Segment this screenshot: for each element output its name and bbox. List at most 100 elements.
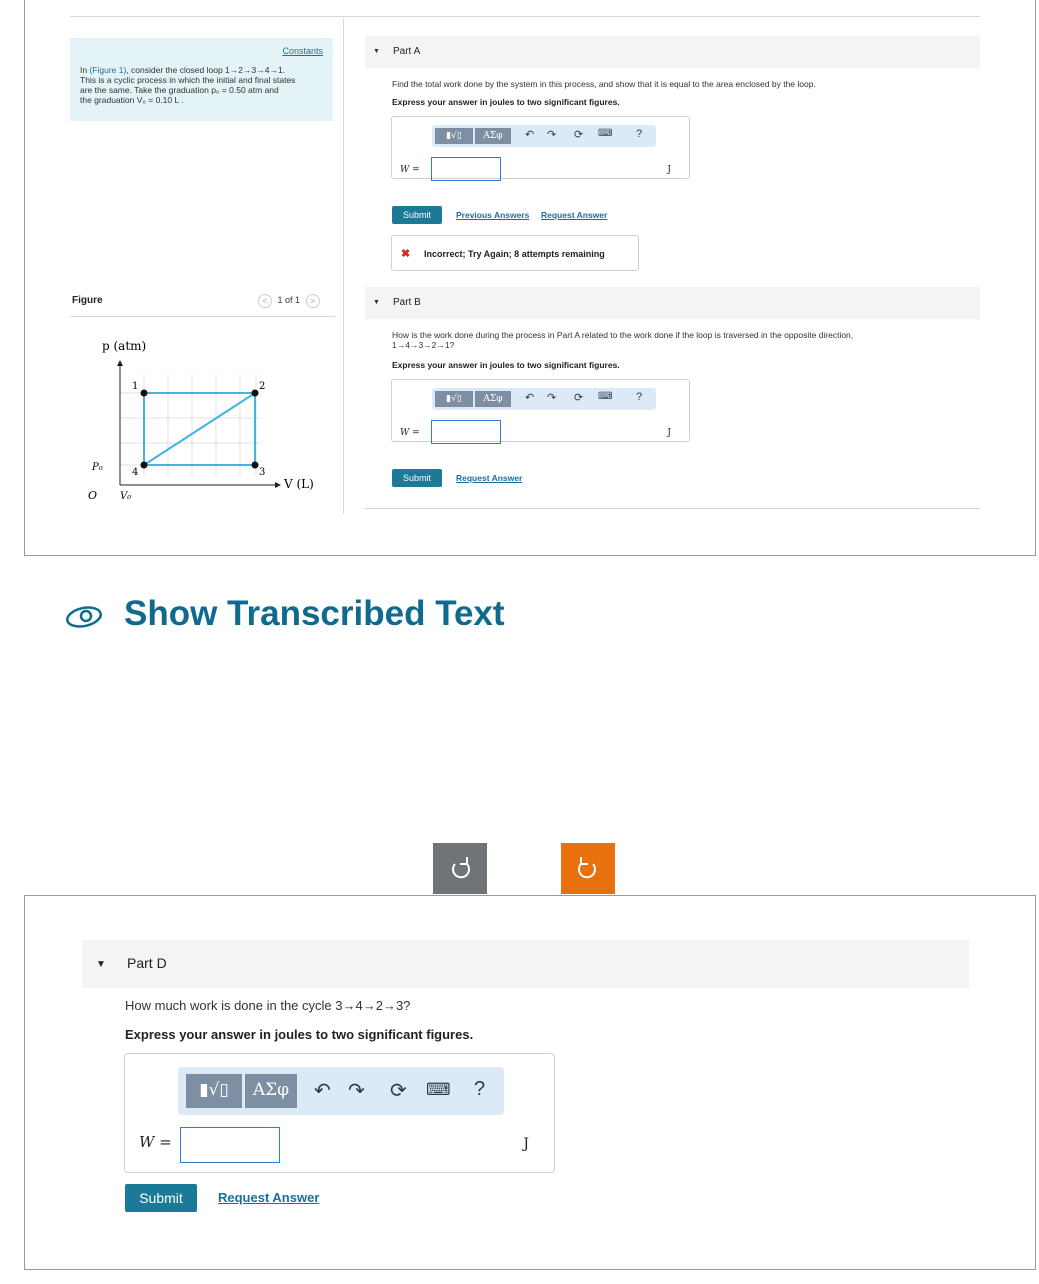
constants-link[interactable]: Constants: [282, 46, 323, 56]
feedback-box: ✖ Incorrect; Try Again; 8 attempts remai…: [391, 235, 639, 271]
part-b-title: Part B: [393, 297, 421, 308]
cycle-loop: [143, 392, 256, 466]
part-d-title: Part D: [127, 955, 167, 971]
reset-icon[interactable]: ⟳: [390, 1078, 407, 1103]
work-variable-label: W =: [139, 1133, 172, 1151]
point-4-dot: [140, 461, 148, 469]
part-a-answer-input[interactable]: [431, 157, 501, 181]
templates-button[interactable]: ▮√▯: [435, 128, 473, 144]
undo-icon[interactable]: ↶: [525, 128, 534, 141]
point-2-dot: [251, 389, 259, 397]
rotate-left-button[interactable]: [433, 843, 487, 894]
greek-symbols-button[interactable]: ΑΣφ: [245, 1074, 297, 1108]
point-1-label: 1: [132, 381, 138, 392]
problem-statement: In (Figure 1), consider the closed loop …: [80, 65, 332, 105]
keyboard-icon[interactable]: ⌨: [426, 1080, 451, 1100]
p0-tick-label: P₀: [91, 462, 103, 473]
help-icon[interactable]: ?: [636, 128, 642, 140]
help-icon[interactable]: ?: [636, 391, 642, 403]
keyboard-icon[interactable]: ⌨: [598, 391, 612, 402]
plot-grid: [120, 374, 260, 475]
reset-icon[interactable]: ⟳: [574, 128, 583, 141]
pv-diagram: 1 2 3 4 p (atm) V (L) O P₀ V₀: [88, 339, 314, 502]
problem-info-box: Constants In (Figure 1), consider the cl…: [70, 38, 333, 121]
v0-tick-label: V₀: [120, 491, 131, 502]
column-divider: [343, 18, 344, 514]
eye-icon[interactable]: [64, 604, 104, 630]
part-b-question-line-1: How is the work done during the process …: [392, 330, 854, 340]
statement-line-2: This is a cyclic process in which the in…: [80, 75, 296, 85]
part-d-request-answer-link[interactable]: Request Answer: [218, 1190, 319, 1205]
collapse-triangle-icon: ▼: [373, 48, 380, 55]
templates-button[interactable]: ▮√▯: [186, 1074, 242, 1108]
part-a-header[interactable]: ▼ Part A: [365, 36, 980, 68]
top-divider: [70, 16, 980, 17]
part-a-question: Find the total work done by the system i…: [392, 79, 816, 89]
work-variable-label: W =: [400, 428, 420, 438]
statement-line-3: are the same. Take the graduation p₀ = 0…: [80, 85, 279, 95]
part-d-submit-button[interactable]: Submit: [125, 1184, 197, 1212]
greek-symbols-button[interactable]: ΑΣφ: [475, 391, 511, 407]
rotate-right-button[interactable]: [561, 843, 615, 894]
part-a-instruction: Express your answer in joules to two sig…: [392, 97, 620, 107]
part-b-submit-button[interactable]: Submit: [392, 469, 442, 487]
collapse-triangle-icon: ▼: [373, 299, 380, 306]
part-a-submit-button[interactable]: Submit: [392, 206, 442, 224]
redo-icon[interactable]: ↷: [547, 128, 556, 141]
part-b-question: How is the work done during the process …: [392, 330, 853, 350]
unit-label: J: [667, 428, 671, 438]
part-a-request-answer-link[interactable]: Request Answer: [541, 210, 607, 220]
work-variable-label: W =: [400, 165, 420, 175]
point-2-label: 2: [259, 381, 265, 392]
figure-page-count: 1 of 1: [277, 295, 301, 306]
reset-icon[interactable]: ⟳: [574, 391, 583, 404]
figure-link[interactable]: (Figure 1): [89, 65, 126, 75]
part-a-answer-box: ▮√▯ ΑΣφ ↶ ↷ ⟳ ⌨ ? W = J: [391, 116, 690, 181]
redo-icon[interactable]: ↷: [547, 391, 556, 404]
x-axis-label: V (L): [283, 477, 314, 491]
part-d-answer-input[interactable]: [180, 1127, 280, 1163]
math-toolbar: ▮√▯ ΑΣφ ↶ ↷ ⟳ ⌨ ?: [432, 388, 656, 410]
point-1-dot: [140, 389, 148, 397]
part-b-answer-input[interactable]: [431, 420, 501, 444]
unit-label: J: [523, 1136, 529, 1152]
part-b-header[interactable]: ▼ Part B: [365, 287, 980, 319]
bottom-divider: [365, 508, 980, 509]
redo-icon[interactable]: ↷: [348, 1078, 365, 1103]
previous-answers-link[interactable]: Previous Answers: [456, 210, 529, 220]
figure-heading: Figure: [72, 295, 103, 306]
part-a-title: Part A: [393, 46, 421, 57]
undo-icon[interactable]: ↶: [314, 1078, 331, 1103]
templates-button[interactable]: ▮√▯: [435, 391, 473, 407]
point-3-dot: [251, 461, 259, 469]
origin-label: O: [88, 489, 97, 502]
math-toolbar: ▮√▯ ΑΣφ ↶ ↷ ⟳ ⌨ ?: [432, 125, 656, 147]
greek-symbols-button[interactable]: ΑΣφ: [475, 128, 511, 144]
undo-icon[interactable]: ↶: [525, 391, 534, 404]
unit-label: J: [667, 165, 671, 175]
keyboard-icon[interactable]: ⌨: [598, 128, 612, 139]
math-toolbar: ▮√▯ ΑΣφ ↶ ↷ ⟳ ⌨ ?: [178, 1067, 504, 1115]
feedback-message: Incorrect; Try Again; 8 attempts remaini…: [424, 249, 605, 259]
point-3-label: 3: [259, 467, 265, 478]
part-b-instruction: Express your answer in joules to two sig…: [392, 360, 620, 370]
part-b-question-line-2: 1→4→3→2→1?: [392, 340, 455, 350]
figure-pager: < 1 of 1 >: [258, 294, 320, 308]
collapse-triangle-icon: ▼: [96, 959, 106, 970]
prev-figure-button[interactable]: <: [258, 294, 272, 308]
statement-line-1: , consider the closed loop 1→2→3→4→1.: [126, 65, 286, 75]
part-b-request-answer-link[interactable]: Request Answer: [456, 473, 522, 483]
statement-line-4: the graduation V₀ = 0.10 L .: [80, 95, 184, 105]
y-axis-label: p (atm): [102, 339, 146, 353]
part-d-instruction: Express your answer in joules to two sig…: [125, 1027, 474, 1042]
point-4-label: 4: [132, 467, 138, 478]
part-d-answer-box: ▮√▯ ΑΣφ ↶ ↷ ⟳ ⌨ ? W = J: [124, 1053, 555, 1173]
incorrect-x-icon: ✖: [401, 248, 411, 260]
figure-divider: [70, 316, 335, 317]
part-b-answer-box: ▮√▯ ΑΣφ ↶ ↷ ⟳ ⌨ ? W = J: [391, 379, 690, 444]
next-figure-button[interactable]: >: [305, 294, 320, 308]
help-icon[interactable]: ?: [474, 1078, 485, 1101]
part-d-question: How much work is done in the cycle 3→4→2…: [125, 998, 411, 1013]
show-transcribed-text-button[interactable]: Show Transcribed Text: [124, 594, 505, 634]
part-d-header[interactable]: ▼ Part D: [82, 940, 969, 988]
